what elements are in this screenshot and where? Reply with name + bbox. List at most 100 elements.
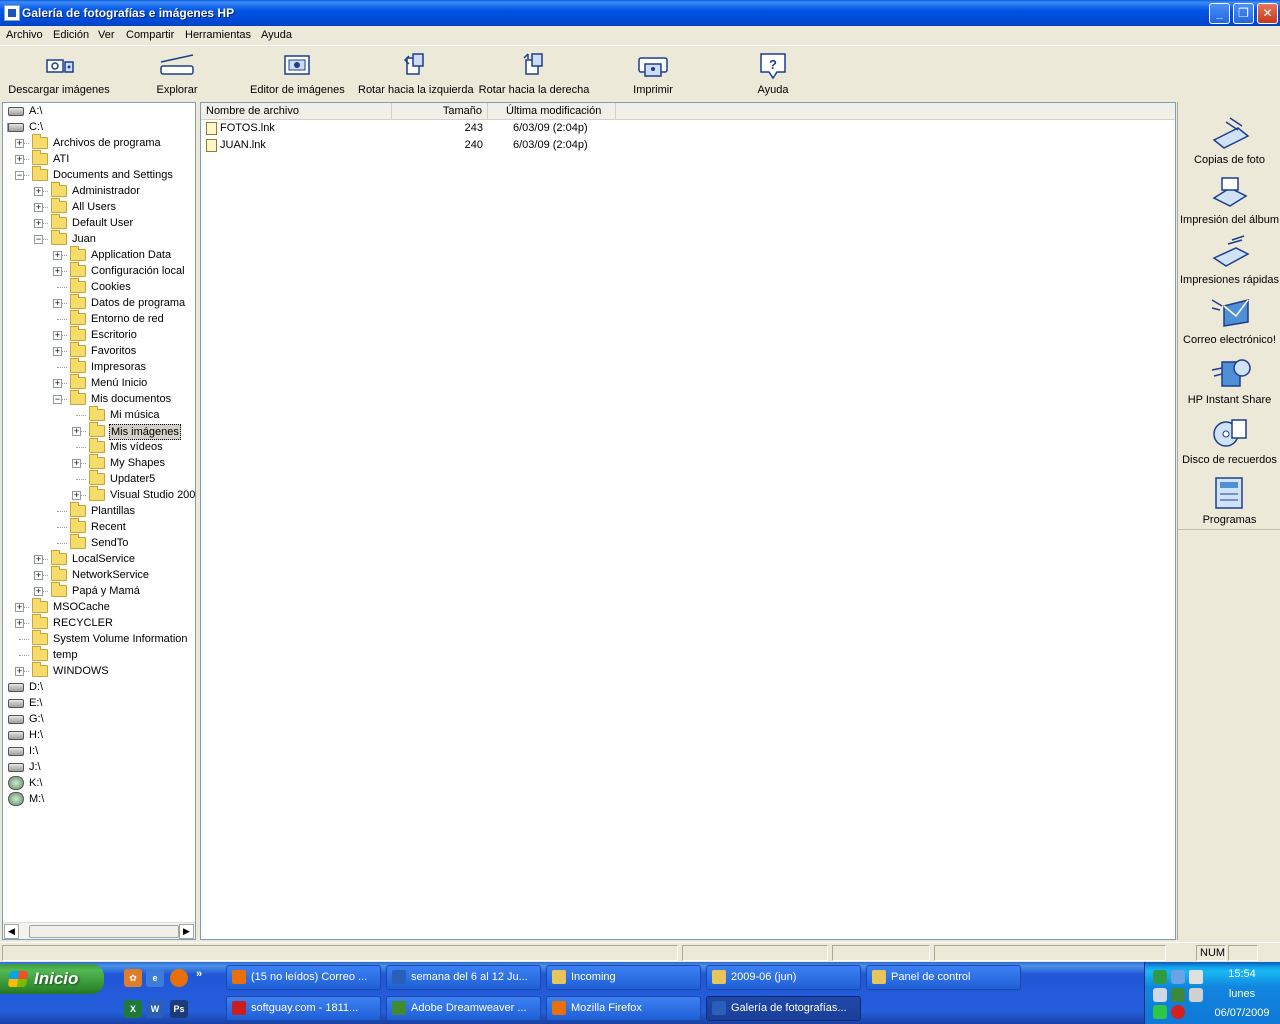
start-button[interactable]: Inicio — [0, 964, 104, 994]
menu-ayuda[interactable]: Ayuda — [261, 29, 292, 41]
taskbar-button[interactable]: Mozilla Firefox — [546, 996, 701, 1021]
taskbar-button[interactable]: Panel de control — [866, 965, 1021, 990]
tree-node[interactable]: J:\ — [3, 759, 193, 775]
album-print-button[interactable]: Impresión del álbum — [1178, 174, 1280, 226]
taskbar-button-active[interactable]: Galería de fotografías... — [706, 996, 861, 1021]
email-button[interactable]: Correo electrónico! — [1178, 294, 1280, 346]
tree-node[interactable]: System Volume Information — [3, 630, 193, 647]
tray-antivirus-icon[interactable] — [1171, 1005, 1185, 1019]
quick-launch-firefox-icon[interactable] — [170, 969, 188, 987]
menu-herramientas[interactable]: Herramientas — [185, 29, 251, 41]
tree-node[interactable]: + RECYCLER — [3, 614, 193, 631]
taskbar-button[interactable]: 2009-06 (jun) — [706, 965, 861, 990]
taskbar-button[interactable]: (15 no leídos) Correo ... — [226, 965, 381, 990]
tree-node[interactable]: + Administrador — [3, 182, 193, 199]
expand-toggle-icon[interactable]: + — [15, 667, 24, 676]
image-editor-button[interactable]: Editor de imágenes — [250, 52, 345, 96]
tree-node[interactable]: SendTo — [3, 534, 193, 551]
help-button[interactable]: ? Ayuda — [752, 52, 794, 96]
expand-toggle-icon[interactable]: + — [72, 427, 81, 436]
tree-node[interactable]: Cookies — [3, 278, 193, 295]
expand-toggle-icon[interactable]: + — [53, 331, 62, 340]
tree-node[interactable]: + Favoritos — [3, 342, 193, 359]
scroll-left-arrow-icon[interactable]: ◀ — [4, 924, 19, 939]
tree-node[interactable]: − Juan — [3, 230, 193, 247]
tree-node[interactable]: G:\ — [3, 711, 193, 727]
tree-node[interactable]: + Datos de programa — [3, 294, 193, 311]
title-bar[interactable]: Galería de fotografías e imágenes HP _ ❐… — [0, 0, 1280, 26]
tree-node[interactable]: Recent — [3, 518, 193, 535]
tree-node[interactable]: temp — [3, 646, 193, 663]
expand-toggle-icon[interactable]: + — [34, 587, 43, 596]
explore-button[interactable]: Explorar — [152, 52, 202, 96]
expand-toggle-icon[interactable]: + — [53, 347, 62, 356]
tree-node[interactable]: A:\ — [3, 103, 193, 119]
tray-security-icon[interactable] — [1171, 988, 1185, 1002]
tree-node[interactable]: M:\ — [3, 791, 193, 807]
expand-toggle-icon[interactable]: + — [34, 571, 43, 580]
quick-launch-ie-icon[interactable]: e — [146, 969, 164, 987]
hp-gallery-app-icon[interactable] — [4, 5, 20, 21]
download-images-button[interactable]: Descargar imágenes — [8, 52, 110, 96]
memories-disc-button[interactable]: Disco de recuerdos — [1178, 414, 1280, 466]
instant-share-button[interactable]: HP Instant Share — [1178, 354, 1280, 406]
tree-node[interactable]: + Archivos de programa — [3, 134, 193, 151]
tree-node[interactable]: − Documents and Settings — [3, 166, 193, 183]
minimize-button[interactable]: _ — [1209, 3, 1230, 24]
taskbar-button[interactable]: Incoming — [546, 965, 701, 990]
menu-edicion[interactable]: Edición — [53, 29, 89, 41]
tree-node[interactable]: K:\ — [3, 775, 193, 791]
tree-node[interactable]: Mi música — [3, 406, 193, 423]
expand-toggle-icon[interactable]: + — [34, 203, 43, 212]
tree-node[interactable]: D:\ — [3, 679, 193, 695]
menu-ver[interactable]: Ver — [98, 29, 115, 41]
quick-launch-more-chevron-icon[interactable]: » — [193, 965, 205, 983]
menu-compartir[interactable]: Compartir — [126, 29, 174, 41]
expand-toggle-icon[interactable]: + — [53, 379, 62, 388]
expand-toggle-icon[interactable]: + — [34, 219, 43, 228]
tree-node[interactable]: + Escritorio — [3, 326, 193, 343]
tree-node[interactable]: Impresoras — [3, 358, 193, 375]
tree-node[interactable]: −C:\ — [3, 119, 193, 135]
tree-node[interactable]: H:\ — [3, 727, 193, 743]
tree-node[interactable]: + ATI — [3, 150, 193, 167]
rotate-right-button[interactable]: Rotar hacia la derecha — [478, 52, 590, 96]
tree-node[interactable]: Updater5 — [3, 470, 193, 487]
folder-tree[interactable]: A:\−C:\+Archivos de programa+ATI−Documen… — [2, 102, 196, 940]
tray-keyboard-icon[interactable] — [1189, 988, 1203, 1002]
tree-node[interactable]: + Mis imágenes — [3, 422, 193, 440]
expand-toggle-icon[interactable]: + — [53, 267, 62, 276]
column-header-name[interactable]: Nombre de archivo — [201, 103, 392, 120]
tray-display-icon[interactable] — [1171, 970, 1185, 984]
tree-node[interactable]: E:\ — [3, 695, 193, 711]
column-header-size[interactable]: Tamaño — [392, 103, 488, 120]
tree-node[interactable]: + Configuración local — [3, 262, 193, 279]
tree-node[interactable]: − Mis documentos — [3, 390, 193, 407]
print-button[interactable]: Imprimir — [630, 52, 676, 96]
photo-copies-button[interactable]: Copias de foto — [1178, 114, 1280, 166]
scroll-thumb[interactable] — [29, 925, 179, 938]
expand-toggle-icon[interactable]: + — [15, 603, 24, 612]
close-button[interactable]: ✕ — [1257, 3, 1278, 24]
expand-toggle-icon[interactable]: + — [72, 491, 81, 500]
tree-node[interactable]: + Application Data — [3, 246, 193, 263]
tray-usb-icon[interactable] — [1153, 988, 1167, 1002]
quick-print-button[interactable]: Impresiones rápidas — [1178, 234, 1280, 286]
tray-volume-icon[interactable] — [1189, 970, 1203, 984]
tree-node[interactable]: Plantillas — [3, 502, 193, 519]
quick-launch-photoshop-icon[interactable]: Ps — [170, 1000, 188, 1018]
clock-time[interactable]: 15:54 — [1211, 968, 1273, 980]
column-header-modified[interactable]: Última modificación — [488, 103, 616, 120]
tree-node[interactable]: + MSOCache — [3, 598, 193, 615]
tree-node[interactable]: + Menú Inicio — [3, 374, 193, 391]
collapse-toggle-icon[interactable]: − — [53, 395, 62, 404]
rotate-left-button[interactable]: Rotar hacia la izquierda — [358, 52, 474, 96]
file-row[interactable]: FOTOS.lnk 243 6/03/09 (2:04p) — [201, 120, 1175, 137]
tree-node[interactable]: Entorno de red — [3, 310, 193, 327]
maximize-button[interactable]: ❐ — [1233, 3, 1254, 24]
expand-toggle-icon[interactable]: + — [72, 459, 81, 468]
quick-launch-messenger-icon[interactable]: ✿ — [124, 969, 142, 987]
tray-messenger-icon[interactable] — [1153, 1005, 1167, 1019]
quick-launch-word-icon[interactable]: W — [146, 1000, 164, 1018]
collapse-toggle-icon[interactable]: − — [15, 171, 24, 180]
